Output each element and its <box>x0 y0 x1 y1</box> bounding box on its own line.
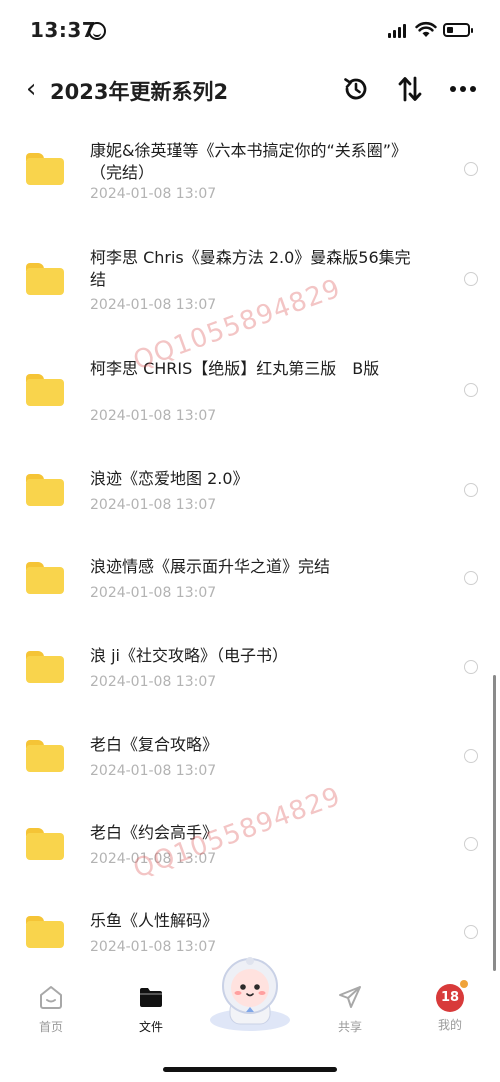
select-radio[interactable] <box>464 660 478 674</box>
smiley-icon <box>88 22 106 40</box>
folder-filled-icon <box>140 988 162 1007</box>
tab-files-label: 文件 <box>138 1020 163 1034</box>
tab-mine[interactable]: 18 我的 <box>420 980 480 1033</box>
folder-icon <box>26 474 64 506</box>
battery-icon <box>443 23 473 37</box>
folder-name: 康妮&徐英瑾等《六本书搞定你的“关系圈”》（完结） <box>90 141 408 182</box>
page-title: 2023年更新系列2 <box>50 80 229 104</box>
status-bar: 13:37 <box>0 0 500 64</box>
folder-date: 2024-01-08 13:07 <box>90 186 217 202</box>
folder-icon <box>26 828 64 860</box>
select-radio[interactable] <box>464 749 478 763</box>
tab-share-label: 共享 <box>337 1020 362 1034</box>
folder-date: 2024-01-08 13:07 <box>90 497 217 513</box>
folder-icon <box>26 374 64 406</box>
folder-name: 柯李思 Chris《曼森方法 2.0》曼森版56集完结 <box>90 248 411 289</box>
folder-name: 浪迹《恋爱地图 2.0》 <box>90 469 249 488</box>
folder-icon <box>26 740 64 772</box>
avatar: 18 <box>436 980 468 1012</box>
select-radio[interactable] <box>464 272 478 286</box>
folder-date: 2024-01-08 13:07 <box>90 939 217 955</box>
folder-date: 2024-01-08 13:07 <box>90 674 217 690</box>
select-radio[interactable] <box>464 837 478 851</box>
home-icon <box>40 986 62 1009</box>
folder-icon <box>26 916 64 948</box>
status-time: 13:37 <box>30 18 97 42</box>
signal-icon <box>388 24 406 38</box>
nav-bar: ‹ 2023年更新系列2 <box>0 64 500 114</box>
scrollbar[interactable] <box>493 675 496 971</box>
folder-name: 浪 ji《社交攻略》（电子书） <box>90 646 288 665</box>
select-radio[interactable] <box>464 925 478 939</box>
back-button[interactable]: ‹ <box>26 76 36 102</box>
notification-dot <box>460 980 468 988</box>
wifi-icon <box>415 21 437 37</box>
folder-icon <box>26 651 64 683</box>
folder-name: 乐鱼《人性解码》 <box>90 911 219 930</box>
select-radio[interactable] <box>464 383 478 397</box>
avatar-text: 18 <box>440 990 460 1005</box>
send-icon <box>339 986 361 1008</box>
tab-home[interactable]: 首页 <box>21 984 81 1035</box>
folder-name: 老白《复合攻略》 <box>90 735 219 754</box>
folder-date: 2024-01-08 13:07 <box>90 585 217 601</box>
home-indicator <box>163 1067 337 1072</box>
folder-date: 2024-01-08 13:07 <box>90 763 217 779</box>
select-radio[interactable] <box>464 483 478 497</box>
tab-files[interactable]: 文件 <box>121 984 181 1035</box>
folder-date: 2024-01-08 13:07 <box>90 297 217 313</box>
tab-share[interactable]: 共享 <box>320 984 380 1035</box>
folder-icon <box>26 153 64 185</box>
more-icon[interactable] <box>446 72 480 106</box>
folder-date: 2024-01-08 13:07 <box>90 408 217 424</box>
folder-name: 浪迹情感《展示面升华之道》完结 <box>90 557 331 576</box>
select-radio[interactable] <box>464 162 478 176</box>
tab-mine-label: 我的 <box>437 1018 462 1032</box>
folder-icon <box>26 263 64 295</box>
folder-icon <box>26 562 64 594</box>
select-radio[interactable] <box>464 571 478 585</box>
astronaut-mascot-icon[interactable] <box>204 952 296 1034</box>
sort-icon[interactable] <box>393 72 427 106</box>
tab-home-label: 首页 <box>38 1020 63 1034</box>
history-icon[interactable] <box>339 72 373 106</box>
